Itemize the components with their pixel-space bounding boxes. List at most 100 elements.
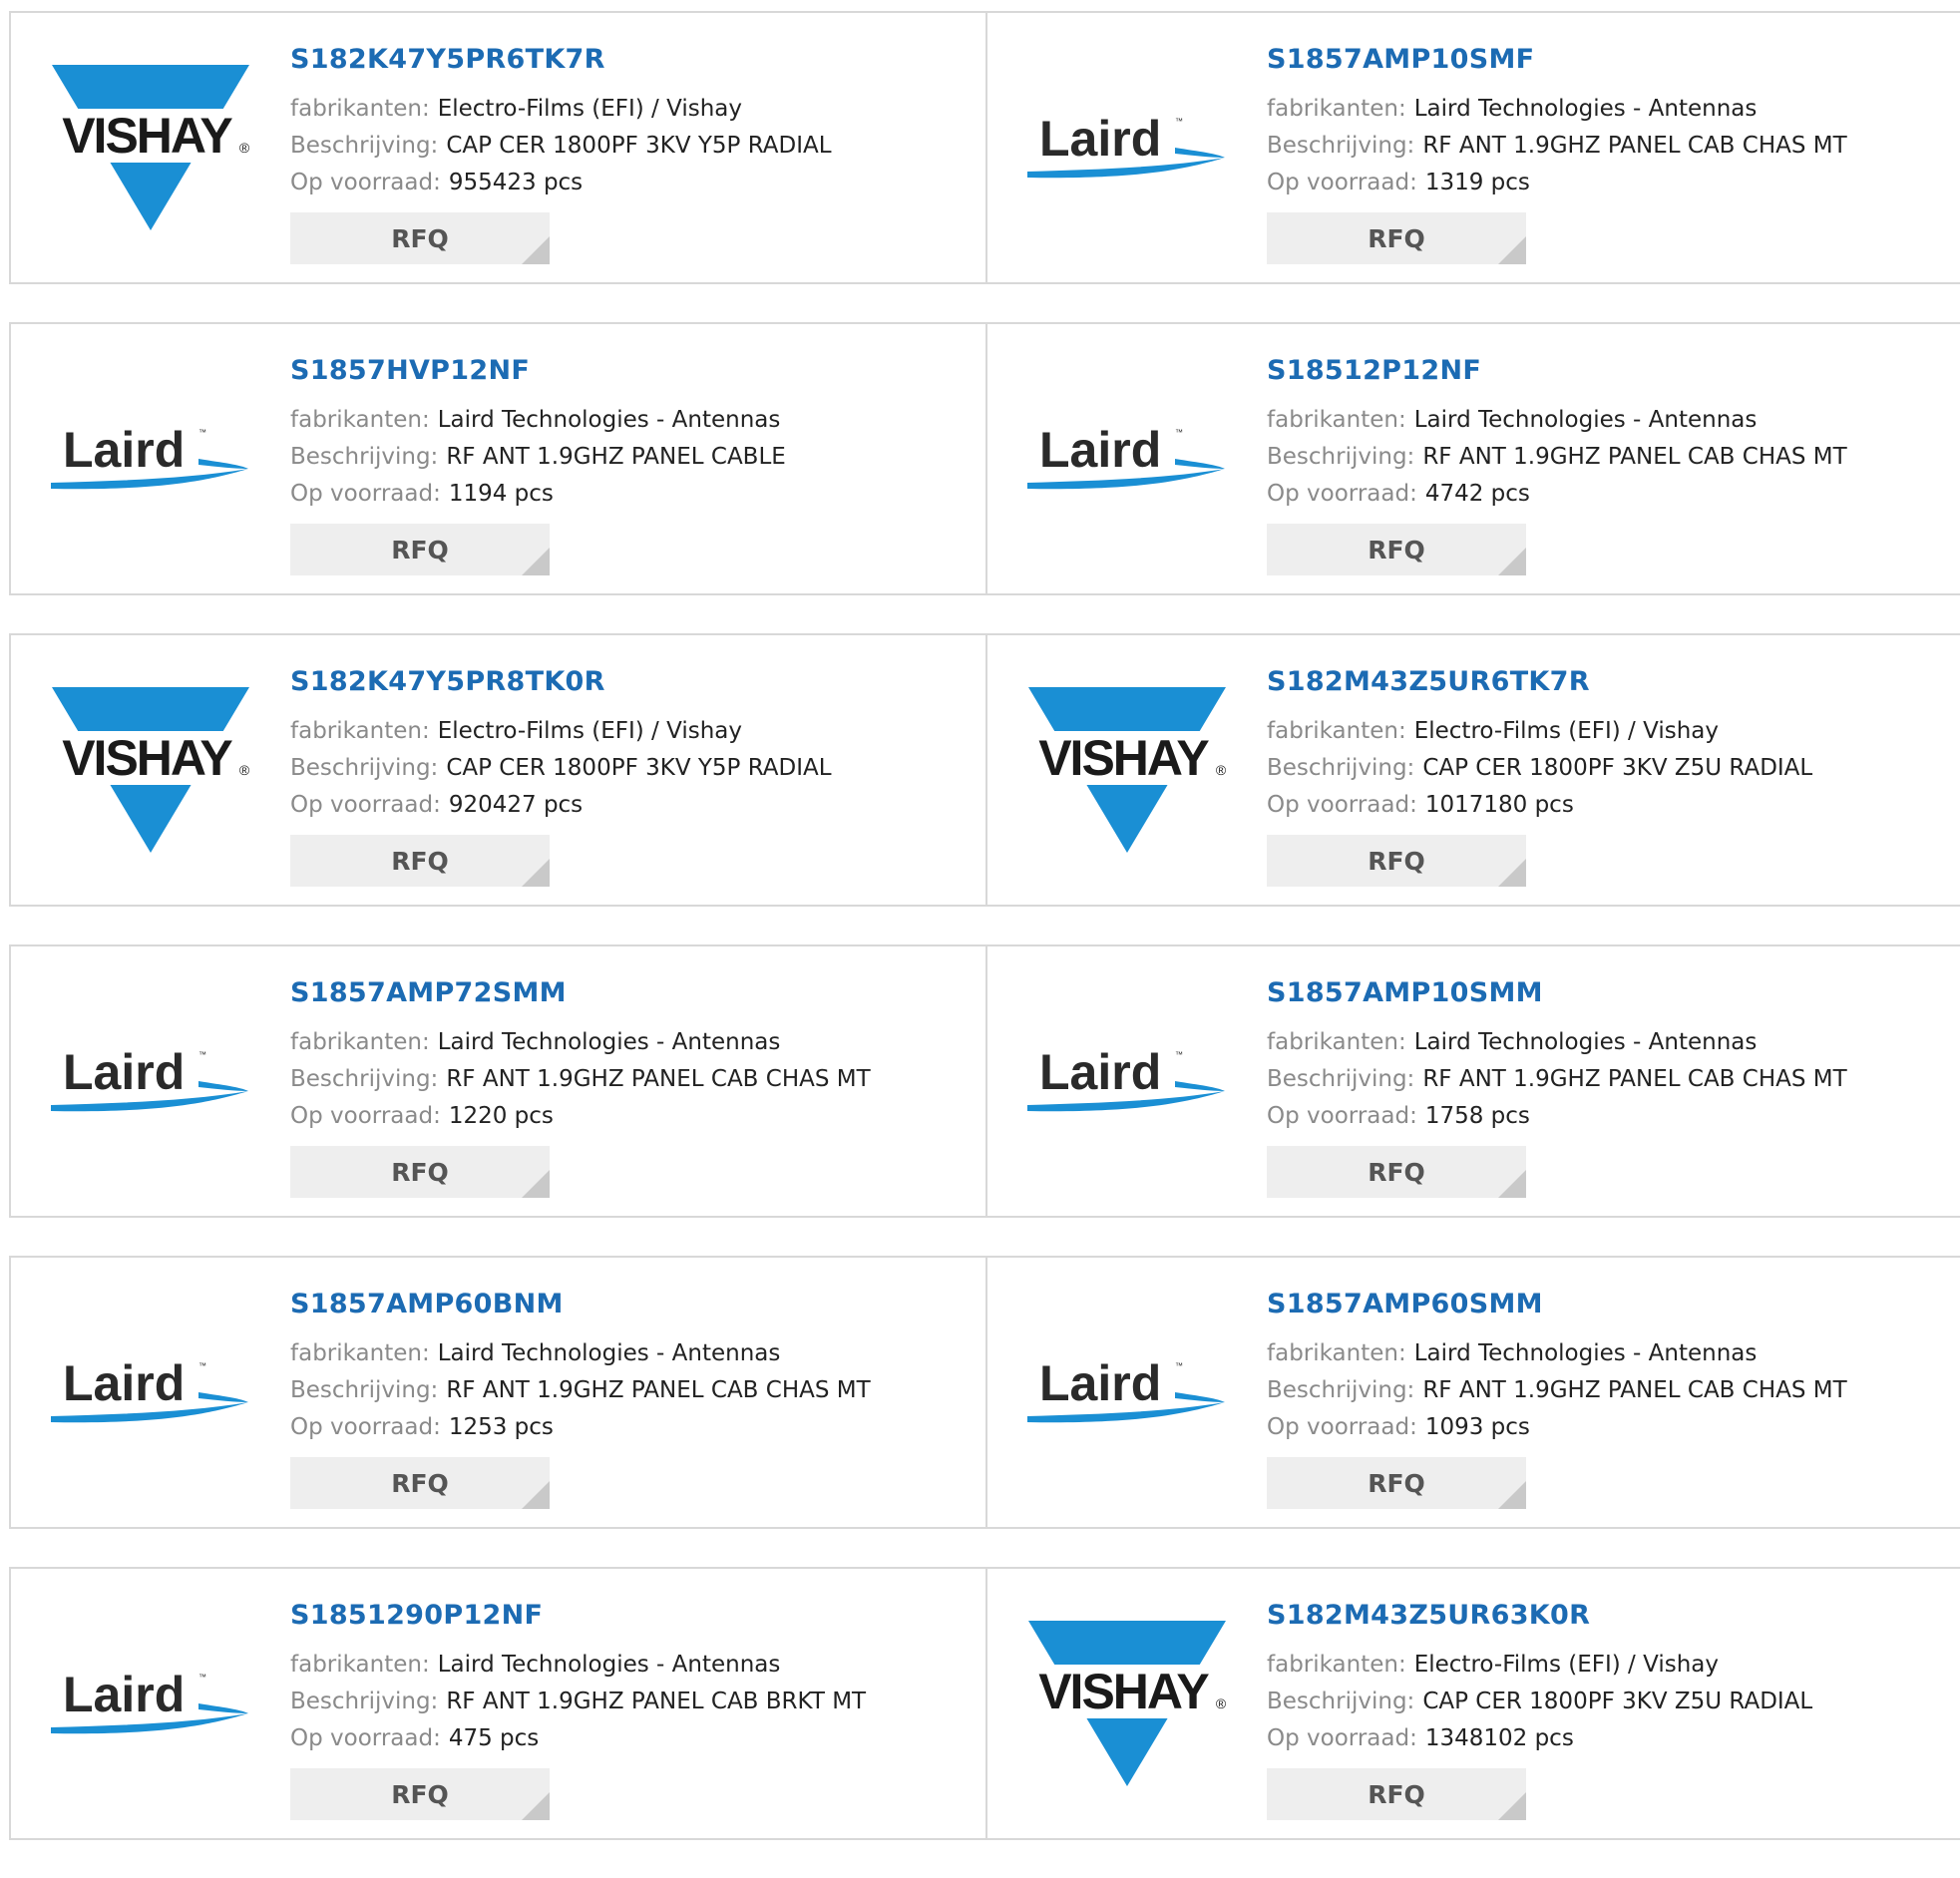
- corner-triangle-icon: [1498, 1170, 1526, 1198]
- manufacturer-label: fabrikanten:: [290, 407, 430, 433]
- manufacturer-logo[interactable]: Laird ™: [1025, 996, 1229, 1166]
- product-part-link[interactable]: S1857HVP12NF: [290, 354, 976, 388]
- manufacturer-logo[interactable]: Laird ™: [49, 996, 252, 1166]
- product-row: Laird ™ S1851290P12NF fabrikanten: Laird T…: [9, 1567, 1960, 1840]
- rfq-button[interactable]: RFQ: [290, 1457, 550, 1509]
- product-part-link[interactable]: S182M43Z5UR6TK7R: [1267, 665, 1950, 699]
- product-part-link[interactable]: S1851290P12NF: [290, 1599, 976, 1633]
- product-row: VISHAY ® S182K47Y5PR6TK7R fabrikanten: Ele…: [9, 11, 1960, 284]
- rfq-button[interactable]: RFQ: [1267, 1768, 1526, 1820]
- manufacturer-logo[interactable]: VISHAY ®: [1025, 685, 1229, 855]
- product-part-link[interactable]: S1857AMP60BNM: [290, 1288, 976, 1321]
- product-card: Laird ™ S1857HVP12NF fabrikanten: Laird Te…: [11, 324, 985, 593]
- stock-value: 1758 pcs: [1424, 1103, 1530, 1129]
- manufacturer-value: Electro-Films (EFI) / Vishay: [1413, 1652, 1719, 1678]
- manufacturer-label: fabrikanten:: [1267, 1340, 1406, 1366]
- manufacturer-logo[interactable]: Laird ™: [49, 1619, 252, 1788]
- stock-line: Op voorraad: 1093 pcs: [1267, 1409, 1950, 1446]
- corner-triangle-icon: [522, 236, 550, 264]
- product-part-link[interactable]: S1857AMP60SMM: [1267, 1288, 1950, 1321]
- manufacturer-label: fabrikanten:: [290, 1029, 430, 1055]
- manufacturer-line: fabrikanten: Electro-Films (EFI) / Vishay: [290, 91, 976, 128]
- corner-triangle-icon: [1498, 859, 1526, 887]
- rfq-button[interactable]: RFQ: [290, 212, 550, 264]
- description-line: Beschrijving: RF ANT 1.9GHZ PANEL CAB CHA…: [1267, 128, 1950, 165]
- description-label: Beschrijving:: [1267, 1377, 1415, 1403]
- rfq-button[interactable]: RFQ: [1267, 1457, 1526, 1509]
- manufacturer-logo[interactable]: VISHAY ®: [49, 63, 252, 232]
- stock-line: Op voorraad: 1194 pcs: [290, 476, 976, 513]
- product-part-link[interactable]: S18512P12NF: [1267, 354, 1950, 388]
- rfq-button-label: RFQ: [391, 1468, 449, 1498]
- vishay-logo-mark: ®: [1216, 1695, 1227, 1711]
- description-line: Beschrijving: CAP CER 1800PF 3KV Z5U RADI…: [1267, 750, 1950, 787]
- manufacturer-logo[interactable]: Laird ™: [1025, 374, 1229, 544]
- stock-value: 1319 pcs: [1424, 170, 1530, 195]
- vishay-logo-text: VISHAY: [1038, 1664, 1209, 1719]
- stock-line: Op voorraad: 475 pcs: [290, 1720, 976, 1757]
- stock-value: 1220 pcs: [448, 1103, 554, 1129]
- description-label: Beschrijving:: [290, 133, 439, 159]
- manufacturer-line: fabrikanten: Electro-Films (EFI) / Vishay: [1267, 1647, 1950, 1684]
- manufacturer-label: fabrikanten:: [1267, 1029, 1406, 1055]
- description-value: RF ANT 1.9GHZ PANEL CAB CHAS MT: [1422, 444, 1847, 470]
- manufacturer-logo[interactable]: VISHAY ®: [49, 685, 252, 855]
- product-card: VISHAY ® S182K47Y5PR8TK0R fabrikanten: Ele…: [11, 635, 985, 905]
- rfq-button[interactable]: RFQ: [1267, 835, 1526, 887]
- manufacturer-value: Laird Technologies - Antennas: [437, 1029, 781, 1055]
- stock-label: Op voorraad:: [1267, 1414, 1417, 1440]
- product-info: S182K47Y5PR8TK0R fabrikanten: Electro-Film…: [290, 665, 976, 824]
- product-info: S182M43Z5UR63K0R fabrikanten: Electro-Film…: [1267, 1599, 1950, 1757]
- product-row: Laird ™ S1857HVP12NF fabrikanten: Laird Te…: [9, 322, 1960, 595]
- stock-line: Op voorraad: 1319 pcs: [1267, 165, 1950, 201]
- rfq-button[interactable]: RFQ: [290, 835, 550, 887]
- rfq-button[interactable]: RFQ: [1267, 1146, 1526, 1198]
- stock-line: Op voorraad: 1348102 pcs: [1267, 1720, 1950, 1757]
- laird-logo-icon: Laird ™: [51, 422, 248, 490]
- description-value: RF ANT 1.9GHZ PANEL CAB CHAS MT: [1422, 1066, 1847, 1092]
- product-part-link[interactable]: S182M43Z5UR63K0R: [1267, 1599, 1950, 1633]
- vishay-logo-text: VISHAY: [62, 108, 232, 164]
- manufacturer-logo[interactable]: Laird ™: [1025, 1308, 1229, 1477]
- product-info: S1857AMP10SMF fabrikanten: Laird Technolog…: [1267, 43, 1950, 201]
- manufacturer-logo[interactable]: Laird ™: [1025, 63, 1229, 232]
- description-label: Beschrijving:: [290, 1689, 439, 1714]
- product-info: S1851290P12NF fabrikanten: Laird Technolog…: [290, 1599, 976, 1757]
- description-value: CAP CER 1800PF 3KV Y5P RADIAL: [446, 755, 832, 781]
- description-value: RF ANT 1.9GHZ PANEL CAB CHAS MT: [446, 1377, 871, 1403]
- stock-label: Op voorraad:: [290, 1725, 441, 1751]
- manufacturer-label: fabrikanten:: [290, 718, 430, 744]
- manufacturer-logo[interactable]: Laird ™: [49, 374, 252, 544]
- stock-label: Op voorraad:: [290, 481, 441, 507]
- manufacturer-logo[interactable]: VISHAY ®: [1025, 1619, 1229, 1788]
- rfq-button[interactable]: RFQ: [290, 524, 550, 575]
- rfq-button[interactable]: RFQ: [1267, 212, 1526, 264]
- product-grid: VISHAY ® S182K47Y5PR6TK7R fabrikanten: Ele…: [9, 11, 1960, 1878]
- corner-triangle-icon: [522, 1481, 550, 1509]
- product-card: Laird ™ S1857AMP10SMF fabrikanten: Laird T…: [985, 13, 1960, 282]
- corner-triangle-icon: [522, 1170, 550, 1198]
- rfq-button-label: RFQ: [1368, 1779, 1425, 1809]
- product-part-link[interactable]: S182K47Y5PR6TK7R: [290, 43, 976, 77]
- product-part-link[interactable]: S1857AMP10SMM: [1267, 976, 1950, 1010]
- manufacturer-line: fabrikanten: Laird Technologies - Antenna…: [290, 1335, 976, 1372]
- product-part-link[interactable]: S1857AMP10SMF: [1267, 43, 1950, 77]
- manufacturer-logo[interactable]: Laird ™: [49, 1308, 252, 1477]
- product-row: Laird ™ S1857AMP72SMM fabrikanten: Laird T…: [9, 944, 1960, 1218]
- manufacturer-value: Laird Technologies - Antennas: [437, 407, 781, 433]
- product-card: Laird ™ S1851290P12NF fabrikanten: Laird T…: [11, 1569, 985, 1838]
- rfq-button[interactable]: RFQ: [290, 1146, 550, 1198]
- product-card: Laird ™ S1857AMP10SMM fabrikanten: Laird T…: [985, 946, 1960, 1216]
- manufacturer-value: Laird Technologies - Antennas: [437, 1340, 781, 1366]
- rfq-button[interactable]: RFQ: [1267, 524, 1526, 575]
- laird-logo-text: Laird: [63, 1667, 185, 1722]
- vishay-logo-mark: ®: [1216, 762, 1227, 778]
- product-info: S1857AMP60SMM fabrikanten: Laird Technolog…: [1267, 1288, 1950, 1446]
- rfq-button[interactable]: RFQ: [290, 1768, 550, 1820]
- manufacturer-label: fabrikanten:: [290, 96, 430, 122]
- stock-label: Op voorraad:: [1267, 1103, 1417, 1129]
- description-label: Beschrijving:: [1267, 444, 1415, 470]
- product-part-link[interactable]: S1857AMP72SMM: [290, 976, 976, 1010]
- description-value: CAP CER 1800PF 3KV Z5U RADIAL: [1422, 1689, 1813, 1714]
- product-part-link[interactable]: S182K47Y5PR8TK0R: [290, 665, 976, 699]
